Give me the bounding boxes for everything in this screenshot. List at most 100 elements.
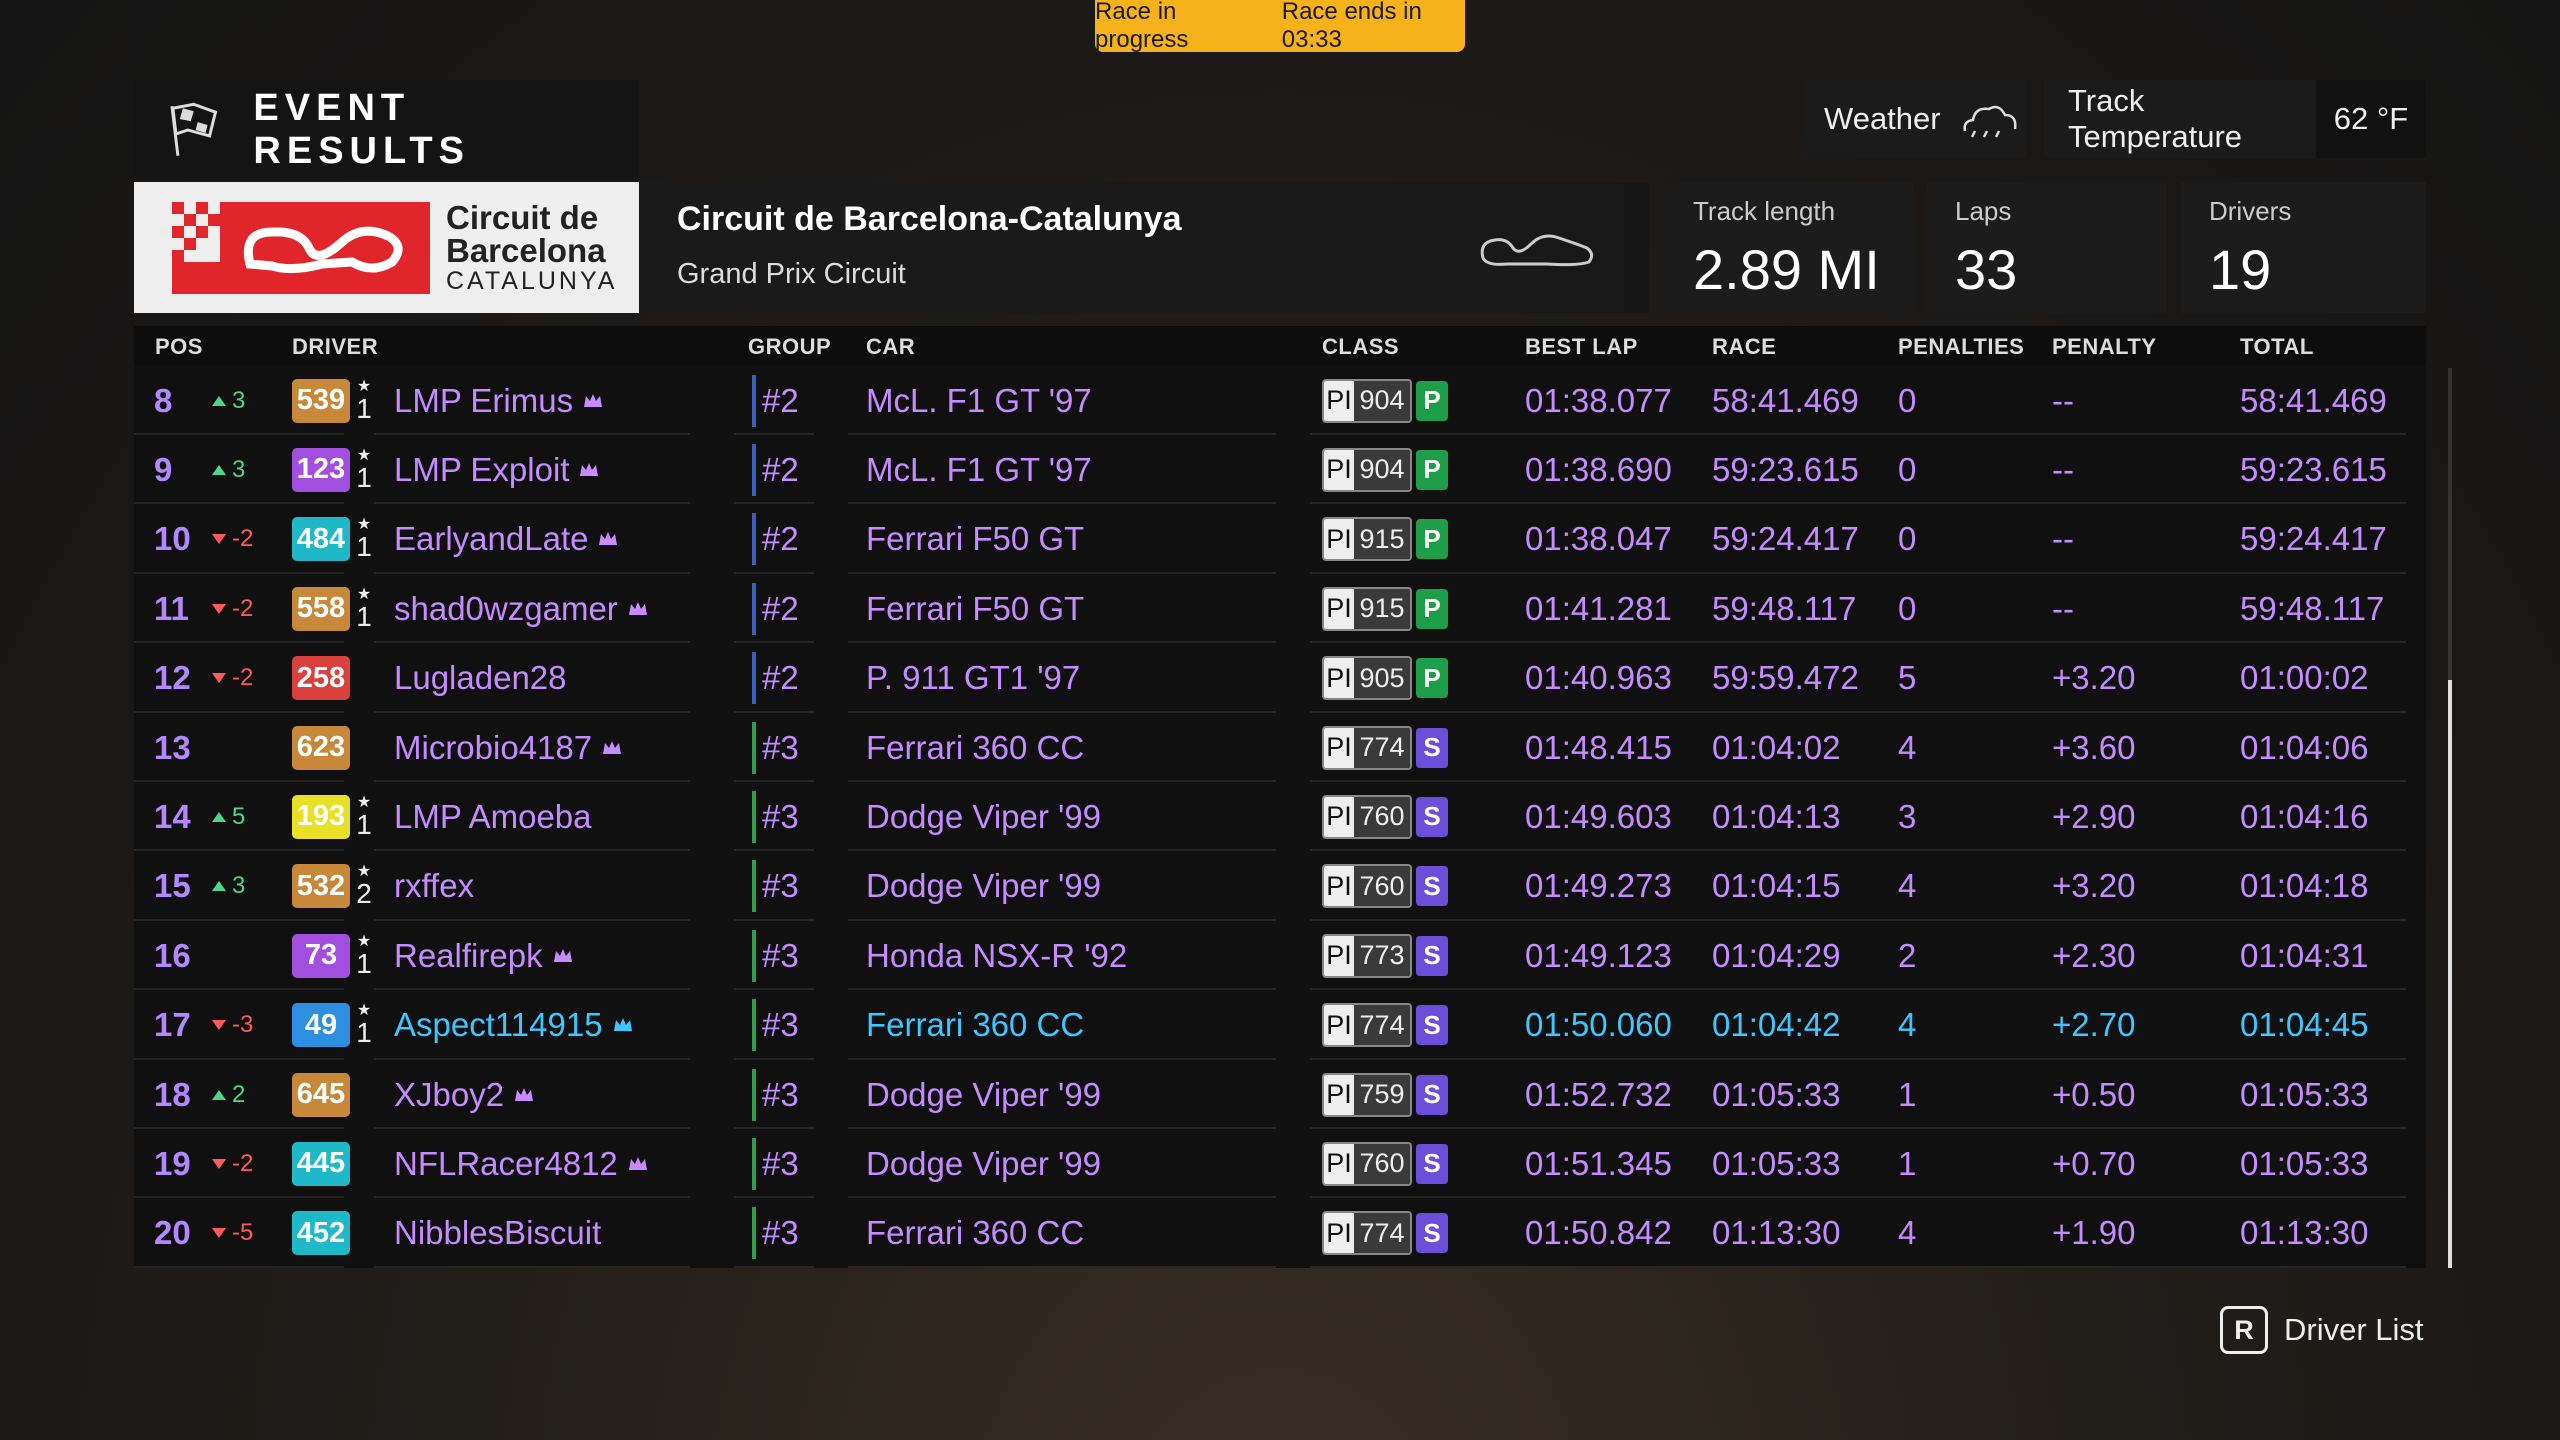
table-row[interactable]: 11 -2 558 ★ 1 shad0wzgamer #2 Ferrari F50… xyxy=(134,574,2426,644)
position: 9 xyxy=(154,450,173,488)
position-change-cell: 3 xyxy=(212,435,292,504)
driver-name[interactable]: Microbio4187 xyxy=(394,729,592,767)
group-label: #2 xyxy=(762,450,799,488)
position-change-cell xyxy=(212,921,292,990)
driver-name[interactable]: NibblesBiscuit xyxy=(394,1214,601,1252)
penalties-count: 3 xyxy=(1898,797,1917,835)
table-row[interactable]: 20 -5 452 NibblesBiscuit #3 Ferrari 360 … xyxy=(134,1199,2426,1268)
group-color-bar xyxy=(752,1068,756,1121)
table-row[interactable]: 17 -3 49 ★ 1 Aspect114915 #3 Ferrari 360 … xyxy=(134,991,2426,1060)
position-change: 3 xyxy=(232,872,246,900)
driver-name-cell[interactable]: Aspect114915 xyxy=(394,991,633,1060)
table-row[interactable]: 12 -2 258 Lugladen28 #2 P. 911 GT1 '97 P… xyxy=(134,644,2426,713)
driver-name-cell[interactable]: EarlyandLate xyxy=(394,505,618,574)
table-row[interactable]: 18 2 645 XJboy2 #3 Dodge Viper '99 PI 759… xyxy=(134,1060,2426,1129)
class-letter: S xyxy=(1416,1005,1448,1046)
class-letter: P xyxy=(1416,588,1448,629)
car-name: Dodge Viper '99 xyxy=(866,867,1102,905)
driver-name-cell[interactable]: LMP Exploit xyxy=(394,435,599,504)
crown-icon xyxy=(628,601,647,615)
driver-rank: 1 xyxy=(356,947,372,979)
group-color-bar xyxy=(752,582,756,635)
table-row[interactable]: 13 623 Microbio4187 #3 Ferrari 360 CC PI… xyxy=(134,713,2426,782)
table-scrollbar[interactable] xyxy=(2448,368,2452,1268)
race-time: 01:04:15 xyxy=(1712,867,1841,905)
race-time: 59:59.472 xyxy=(1712,659,1859,697)
penalty-time: -- xyxy=(2052,589,2074,627)
driver-name[interactable]: EarlyandLate xyxy=(394,520,588,558)
pi-value: 759 xyxy=(1354,1074,1410,1115)
driver-name-cell[interactable]: Microbio4187 xyxy=(394,713,622,782)
position-change-cell: -3 xyxy=(212,991,292,1060)
driver-name[interactable]: rxffex xyxy=(394,867,474,905)
group-label: #2 xyxy=(762,659,799,697)
table-row[interactable]: 8 3 539 ★ 1 LMP Erimus #2 McL. F1 GT '97 … xyxy=(134,366,2426,435)
driver-name[interactable]: LMP Amoeba xyxy=(394,798,592,836)
driver-level: 73 xyxy=(292,921,350,990)
position-change-cell: 5 xyxy=(212,782,292,851)
best-lap: 01:50.842 xyxy=(1525,1214,1672,1252)
table-row[interactable]: 15 3 532 ★ 2 rxffex #3 Dodge Viper '99 PI… xyxy=(134,852,2426,921)
total-time: 01:13:30 xyxy=(2240,1214,2369,1252)
position-change-cell xyxy=(212,713,292,782)
class-letter: S xyxy=(1416,727,1448,768)
table-row[interactable]: 16 73 ★ 1 Realfirepk #3 Honda NSX-R '92 P… xyxy=(134,921,2426,991)
group-color-bar xyxy=(752,374,756,427)
track-info-panel: Circuit de Barcelona-Catalunya Grand Pri… xyxy=(639,182,1649,313)
driver-name[interactable]: Realfirepk xyxy=(394,937,543,975)
driver-name[interactable]: XJboy2 xyxy=(394,1076,504,1114)
total-time: 59:24.417 xyxy=(2240,520,2387,558)
race-time: 01:04:13 xyxy=(1712,797,1841,835)
driver-name[interactable]: LMP Erimus xyxy=(394,382,573,420)
table-row[interactable]: 19 -2 445 NFLRacer4812 #3 Dodge Viper '9… xyxy=(134,1129,2426,1199)
track-logo: Circuit de Barcelona CATALUNYA xyxy=(134,182,639,313)
driver-name[interactable]: Aspect114915 xyxy=(394,1006,603,1044)
position-change-cell: -5 xyxy=(212,1199,292,1268)
position: 15 xyxy=(154,867,191,905)
table-row[interactable]: 14 5 193 ★ 1 LMP Amoeba #3 Dodge Viper '9… xyxy=(134,782,2426,852)
track-length-label: Track length xyxy=(1693,196,1836,226)
class-cell: PI 760 S xyxy=(1322,852,1448,921)
penalties-count: 0 xyxy=(1898,450,1917,488)
driver-name[interactable]: shad0wzgamer xyxy=(394,590,618,628)
class-cell: PI 905 P xyxy=(1322,644,1448,713)
driver-level: 445 xyxy=(292,1129,350,1198)
driver-name-cell[interactable]: XJboy2 xyxy=(394,1060,534,1129)
driver-name[interactable]: NFLRacer4812 xyxy=(394,1145,618,1183)
driver-name-cell[interactable]: LMP Amoeba xyxy=(394,782,592,851)
level-badge: 445 xyxy=(292,1141,350,1186)
driver-name-cell[interactable]: shad0wzgamer xyxy=(394,574,648,643)
pi-rating: PI 904 xyxy=(1322,378,1412,423)
weather-label: Weather xyxy=(1824,101,1941,136)
group-cell: #2 xyxy=(752,644,799,713)
driver-name-cell[interactable]: NibblesBiscuit xyxy=(394,1199,601,1268)
driver-name-cell[interactable]: LMP Erimus xyxy=(394,366,603,435)
track-length-stat: Track length 2.89 MI xyxy=(1665,182,1913,313)
driver-name-cell[interactable]: Realfirepk xyxy=(394,921,573,990)
penalties-count: 4 xyxy=(1898,1214,1917,1252)
driver-list-hint[interactable]: R Driver List xyxy=(2220,1306,2424,1354)
driver-name[interactable]: LMP Exploit xyxy=(394,451,569,489)
race-time: 01:05:33 xyxy=(1712,1075,1841,1113)
driver-name[interactable]: Lugladen28 xyxy=(394,659,567,697)
driver-level: 484 xyxy=(292,505,350,574)
table-row[interactable]: 9 3 123 ★ 1 LMP Exploit #2 McL. F1 GT '97… xyxy=(134,435,2426,505)
scrollbar-thumb[interactable] xyxy=(2448,680,2452,1268)
group-cell: #3 xyxy=(752,921,799,990)
class-letter: S xyxy=(1416,1213,1448,1254)
table-row[interactable]: 10 -2 484 ★ 1 EarlyandLate #2 Ferrari F50… xyxy=(134,505,2426,574)
driver-name-cell[interactable]: Lugladen28 xyxy=(394,644,567,713)
pi-rating: PI 760 xyxy=(1322,864,1412,909)
group-label: #3 xyxy=(762,797,799,835)
car-name: Ferrari 360 CC xyxy=(866,1214,1085,1252)
driver-level: 623 xyxy=(292,713,350,782)
total-time: 01:04:16 xyxy=(2240,797,2369,835)
penalties-count: 5 xyxy=(1898,659,1917,697)
driver-name-cell[interactable]: NFLRacer4812 xyxy=(394,1129,648,1198)
race-time: 01:04:42 xyxy=(1712,1006,1841,1044)
pi-value: 760 xyxy=(1354,1143,1410,1184)
driver-name-cell[interactable]: rxffex xyxy=(394,852,474,921)
race-time: 59:24.417 xyxy=(1712,520,1859,558)
arrow-up-icon xyxy=(212,464,226,475)
group-cell: #3 xyxy=(752,991,799,1060)
